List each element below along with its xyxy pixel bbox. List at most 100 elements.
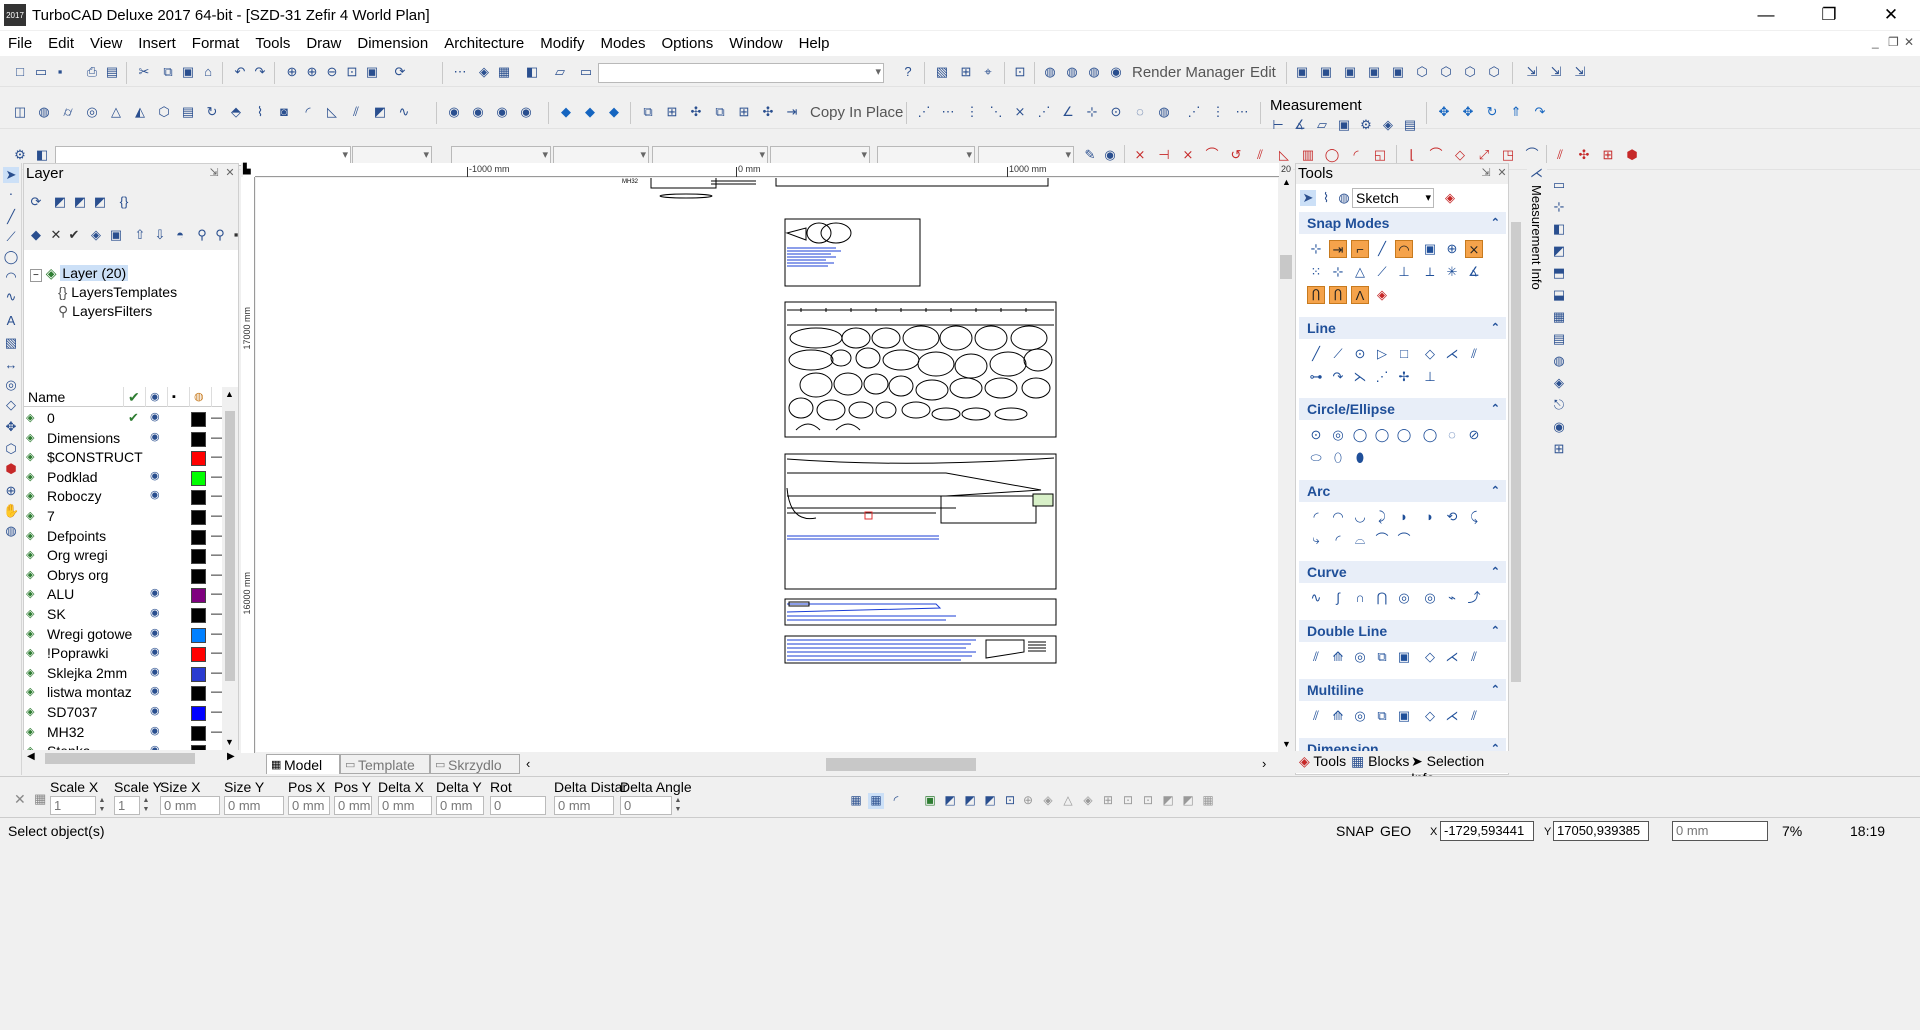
dline-tool-4[interactable]: ⧉ <box>1373 648 1391 666</box>
modify-icon-19[interactable]: ✣ <box>1576 147 1592 163</box>
zoom-in-icon[interactable]: ⊕ <box>304 64 320 80</box>
modify-icon-18[interactable]: ⫽ <box>1552 147 1568 163</box>
collapse-icon[interactable]: ⌃ <box>1491 398 1500 420</box>
arc-move-icon[interactable]: ↷ <box>1532 104 1548 120</box>
render-tool-icon[interactable]: ◍ <box>3 523 19 539</box>
snap-icon-17[interactable]: Ⴖ <box>1307 286 1325 304</box>
save-icon[interactable]: ▪ <box>52 64 68 80</box>
measure-area-icon[interactable]: ▱ <box>1314 117 1330 133</box>
insp-tool-8[interactable]: ⊡ <box>1002 793 1018 809</box>
cut-icon[interactable]: ✂ <box>136 64 152 80</box>
menu-format[interactable]: Format <box>184 35 248 52</box>
render-wire-icon[interactable]: ◍ <box>1042 64 1058 80</box>
visible-eye-icon[interactable]: ◉ <box>150 586 160 599</box>
menu-tools[interactable]: Tools <box>247 35 298 52</box>
layer-row[interactable]: ◈ Podklad ◉ — <box>24 468 238 488</box>
snap-icon-20[interactable]: ◈ <box>1373 286 1391 304</box>
tab-skrzydlo[interactable]: ▭ Skrzydlo <box>430 754 520 774</box>
line-tool-2[interactable]: ⟋ <box>1329 345 1347 363</box>
insp-tool-2[interactable]: ▦ <box>868 793 884 809</box>
rt-icon-11[interactable]: ⎋ <box>1551 397 1567 413</box>
line-tool-5[interactable]: □ <box>1395 345 1413 363</box>
view-top-icon[interactable]: ▣ <box>1294 64 1310 80</box>
layer-bulb2-icon[interactable]: ⚲ <box>212 227 228 243</box>
tab-blocks[interactable]: ▦ Blocks <box>1351 753 1409 770</box>
measure-icon-5[interactable]: ⨯ <box>1012 104 1028 120</box>
rt-icon-3[interactable]: ◧ <box>1551 221 1567 237</box>
tree-collapse-icon[interactable]: − <box>30 269 42 282</box>
layer-name[interactable]: $CONSTRUCT <box>47 449 145 465</box>
sweep-icon[interactable]: ⌇ <box>252 104 268 120</box>
view-icon[interactable]: ▭ <box>578 64 594 80</box>
settings-icon[interactable]: ⚙ <box>12 147 28 163</box>
tools-node-icon[interactable]: ⌇ <box>1318 190 1334 206</box>
measure-icon-10[interactable]: ◌ <box>1132 104 1148 120</box>
layer-row[interactable]: ◈ Dimensions ◉ — <box>24 429 238 449</box>
select-all-icon[interactable]: ⇲ <box>1572 64 1588 80</box>
attributes-icon[interactable]: ⌖ <box>980 64 996 80</box>
tools-pin-icon[interactable]: ⇲ <box>1480 167 1492 179</box>
layer-manager-icon[interactable]: ◧ <box>34 147 50 163</box>
paste-icon[interactable]: ▣ <box>180 64 196 80</box>
copy-array-icon[interactable]: ⊞ <box>664 104 680 120</box>
rt-icon-7[interactable]: ▦ <box>1551 309 1567 325</box>
measure-icon-12[interactable]: ⋰ <box>1186 104 1202 120</box>
visible-eye-icon[interactable]: ◉ <box>150 684 160 697</box>
section-header[interactable]: Arc ⌃ <box>1299 480 1506 502</box>
cone-icon[interactable]: △ <box>108 104 124 120</box>
arc-tool-13[interactable]: ⌒ <box>1395 531 1413 549</box>
layer-row[interactable]: ◈ Defpoints — <box>24 527 238 547</box>
line-tool-9[interactable]: ⊶ <box>1307 368 1325 386</box>
layer-color-swatch[interactable] <box>191 686 206 702</box>
layer-down-icon[interactable]: ⇩ <box>152 227 168 243</box>
3d-icon[interactable]: ⬡ <box>3 441 19 457</box>
chamfer-icon[interactable]: ◺ <box>324 104 340 120</box>
modify-icon-15[interactable]: ⤢ <box>1476 147 1492 163</box>
prism-icon[interactable]: ⬡ <box>156 104 172 120</box>
circle-tool-4[interactable]: ◯ <box>1373 426 1391 444</box>
column-visible-icon[interactable]: ◉ <box>146 387 168 407</box>
view-right-icon[interactable]: ▣ <box>1342 64 1358 80</box>
column-current-icon[interactable]: ✔ <box>124 387 146 407</box>
inspector-field[interactable]: 1 <box>114 796 140 815</box>
curve-tool-2[interactable]: ∫ <box>1329 589 1347 607</box>
column-color-icon[interactable]: ◍ <box>190 387 212 407</box>
insp-tool-1[interactable]: ▦ <box>848 793 864 809</box>
canvas-scroll-down-icon[interactable]: ▼ <box>1282 739 1291 749</box>
shell-icon[interactable]: ◙ <box>276 104 292 120</box>
scroll-down-icon[interactable]: ▼ <box>225 737 234 747</box>
curve-tool-3[interactable]: ∩ <box>1351 589 1369 607</box>
move-cross-icon[interactable]: ✥ <box>3 419 19 435</box>
layer-select-icon[interactable]: ◈ <box>88 227 104 243</box>
copy-mirror-icon[interactable]: ⊞ <box>736 104 752 120</box>
layer-icon[interactable]: ◧ <box>524 64 540 80</box>
fillet-icon[interactable]: ◜ <box>300 104 316 120</box>
layer-filter-icon[interactable]: {} <box>116 194 132 210</box>
snap-icon-19[interactable]: Λ <box>1351 286 1369 304</box>
layer-name[interactable]: Dimensions <box>47 430 145 446</box>
geo-toggle[interactable]: GEO <box>1380 823 1411 839</box>
rt-icon-5[interactable]: ⬒ <box>1551 265 1567 281</box>
layer-props-icon[interactable]: ▣ <box>108 227 124 243</box>
snap-icon-16[interactable]: ∡ <box>1465 263 1483 281</box>
boolean-subtract-icon[interactable]: ◉ <box>470 104 486 120</box>
mline-tool-1[interactable]: ⫽ <box>1307 707 1325 725</box>
section-header[interactable]: Multiline ⌃ <box>1299 679 1506 701</box>
modify-icon-6[interactable]: ⫽ <box>1252 147 1268 163</box>
view-iso4-icon[interactable]: ⬡ <box>1486 64 1502 80</box>
insp-tool-6[interactable]: ◩ <box>962 793 978 809</box>
circle-icon[interactable]: ◯ <box>3 249 19 265</box>
canvas-v-scrollbar[interactable]: ▲ ▼ <box>1279 177 1293 753</box>
helix-icon[interactable]: ∿ <box>396 104 412 120</box>
tools-scroll-thumb[interactable] <box>1511 222 1521 682</box>
curve-tool-8[interactable]: ⤴ <box>1465 589 1483 607</box>
render-edit-button[interactable]: Edit <box>1250 64 1276 81</box>
copy-radial-icon[interactable]: ✣ <box>688 104 704 120</box>
layer-new-icon[interactable]: ◩ <box>52 194 68 210</box>
visible-eye-icon[interactable]: ◉ <box>150 410 160 423</box>
snap-icon[interactable]: ◈ <box>476 64 492 80</box>
visible-eye-icon[interactable]: ◉ <box>150 724 160 737</box>
menu-help[interactable]: Help <box>791 35 838 52</box>
snap-icon-5[interactable]: ◠ <box>1395 240 1413 258</box>
layer-color-swatch[interactable] <box>191 412 206 427</box>
